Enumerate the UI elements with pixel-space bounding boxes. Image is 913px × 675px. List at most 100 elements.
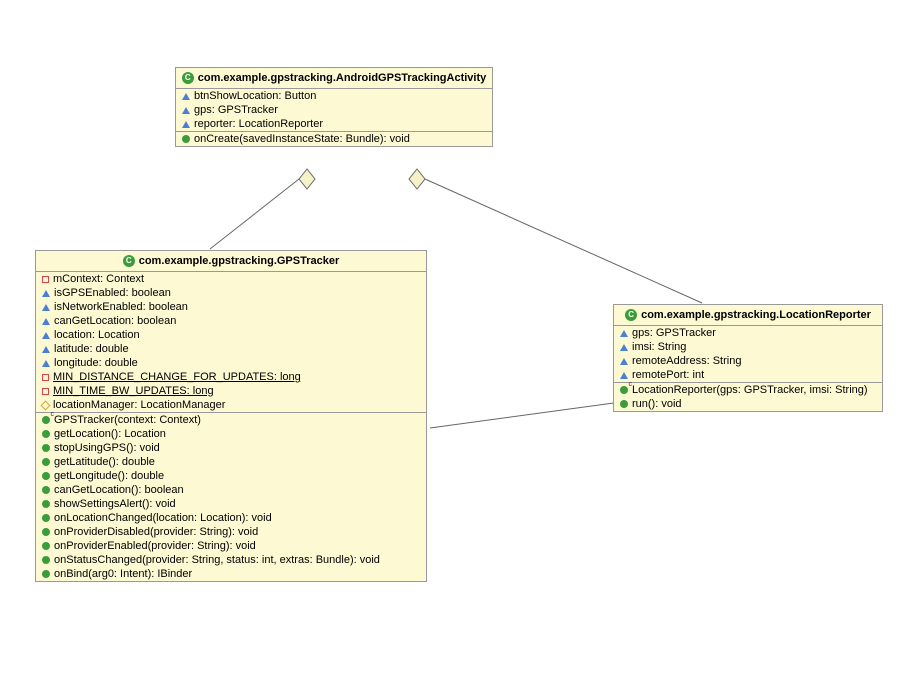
method-text: onStatusChanged(provider: String, status… [54, 554, 380, 566]
class-name: com.example.gpstracking.AndroidGPSTracki… [198, 72, 487, 84]
package-field-icon [182, 107, 190, 114]
class-name: com.example.gpstracking.GPSTracker [139, 255, 340, 267]
package-field-icon [182, 121, 190, 128]
private-field-icon [42, 388, 49, 395]
field-text: btnShowLocation: Button [194, 90, 316, 102]
package-field-icon [620, 344, 628, 351]
class-header: C com.example.gpstracking.AndroidGPSTrac… [176, 68, 492, 89]
method: onStatusChanged(provider: String, status… [36, 553, 426, 567]
method: run(): void [614, 397, 882, 411]
methods-section: GPSTracker(context: Context) getLocation… [36, 413, 426, 581]
package-field-icon [620, 358, 628, 365]
field: reporter: LocationReporter [176, 117, 492, 131]
method: canGetLocation(): boolean [36, 483, 426, 497]
method-text: onProviderDisabled(provider: String): vo… [54, 526, 258, 538]
field-text: gps: GPSTracker [632, 327, 716, 339]
method: getLocation(): Location [36, 427, 426, 441]
public-method-icon [42, 472, 50, 480]
field-text: reporter: LocationReporter [194, 118, 323, 130]
fields-section: gps: GPSTracker imsi: String remoteAddre… [614, 326, 882, 383]
public-method-icon [42, 570, 50, 578]
method-text: onCreate(savedInstanceState: Bundle): vo… [194, 133, 410, 145]
field: isNetworkEnabled: boolean [36, 300, 426, 314]
method-text: getLocation(): Location [54, 428, 166, 440]
field: location: Location [36, 328, 426, 342]
field-text: canGetLocation: boolean [54, 315, 176, 327]
package-field-icon [42, 346, 50, 353]
field: mContext: Context [36, 272, 426, 286]
field-text: imsi: String [632, 341, 686, 353]
package-field-icon [620, 330, 628, 337]
field-text: isGPSEnabled: boolean [54, 287, 171, 299]
package-field-icon [42, 360, 50, 367]
class-header: C com.example.gpstracking.LocationReport… [614, 305, 882, 326]
field: MIN_DISTANCE_CHANGE_FOR_UPDATES: long [36, 370, 426, 384]
package-field-icon [620, 372, 628, 379]
methods-section: onCreate(savedInstanceState: Bundle): vo… [176, 132, 492, 146]
public-method-icon [42, 514, 50, 522]
method-text: GPSTracker(context: Context) [54, 414, 201, 426]
field: remotePort: int [614, 368, 882, 382]
connector-line [210, 179, 299, 249]
field-text: locationManager: LocationManager [53, 399, 225, 411]
class-icon: C [625, 309, 637, 321]
protected-field-icon [41, 400, 51, 410]
method-text: onLocationChanged(location: Location): v… [54, 512, 272, 524]
method-text: stopUsingGPS(): void [54, 442, 160, 454]
field: gps: GPSTracker [614, 326, 882, 340]
method: onCreate(savedInstanceState: Bundle): vo… [176, 132, 492, 146]
method-text: onProviderEnabled(provider: String): voi… [54, 540, 256, 552]
method: onLocationChanged(location: Location): v… [36, 511, 426, 525]
constructor-icon [42, 416, 50, 424]
public-method-icon [42, 444, 50, 452]
public-method-icon [42, 430, 50, 438]
private-field-icon [42, 276, 49, 283]
public-method-icon [182, 135, 190, 143]
field-text: longitude: double [54, 357, 138, 369]
public-method-icon [42, 556, 50, 564]
fields-section: mContext: Context isGPSEnabled: boolean … [36, 272, 426, 413]
class-locationreporter: C com.example.gpstracking.LocationReport… [613, 304, 883, 412]
package-field-icon [182, 93, 190, 100]
class-icon: C [123, 255, 135, 267]
method: stopUsingGPS(): void [36, 441, 426, 455]
field-text: remotePort: int [632, 369, 704, 381]
method: getLatitude(): double [36, 455, 426, 469]
field: MIN_TIME_BW_UPDATES: long [36, 384, 426, 398]
public-method-icon [42, 528, 50, 536]
class-icon: C [182, 72, 194, 84]
methods-section: LocationReporter(gps: GPSTracker, imsi: … [614, 383, 882, 411]
public-method-icon [42, 486, 50, 494]
method-text: canGetLocation(): boolean [54, 484, 184, 496]
method-text: LocationReporter(gps: GPSTracker, imsi: … [632, 384, 868, 396]
field-text: mContext: Context [53, 273, 144, 285]
field-text: gps: GPSTracker [194, 104, 278, 116]
public-method-icon [42, 542, 50, 550]
field-text: location: Location [54, 329, 140, 341]
field-text: MIN_TIME_BW_UPDATES: long [53, 385, 214, 397]
connector-line [430, 402, 621, 428]
method: showSettingsAlert(): void [36, 497, 426, 511]
class-gpstracker: C com.example.gpstracking.GPSTracker mCo… [35, 250, 427, 582]
constructor: LocationReporter(gps: GPSTracker, imsi: … [614, 383, 882, 397]
fields-section: btnShowLocation: Button gps: GPSTracker … [176, 89, 492, 132]
method: onBind(arg0: Intent): IBinder [36, 567, 426, 581]
field: longitude: double [36, 356, 426, 370]
private-field-icon [42, 374, 49, 381]
method: onProviderEnabled(provider: String): voi… [36, 539, 426, 553]
method-text: run(): void [632, 398, 682, 410]
class-header: C com.example.gpstracking.GPSTracker [36, 251, 426, 272]
method-text: getLongitude(): double [54, 470, 164, 482]
field: locationManager: LocationManager [36, 398, 426, 412]
public-method-icon [42, 458, 50, 466]
constructor-icon [620, 386, 628, 394]
field: latitude: double [36, 342, 426, 356]
field-text: remoteAddress: String [632, 355, 741, 367]
field: canGetLocation: boolean [36, 314, 426, 328]
constructor: GPSTracker(context: Context) [36, 413, 426, 427]
field: isGPSEnabled: boolean [36, 286, 426, 300]
method-text: showSettingsAlert(): void [54, 498, 176, 510]
method-text: getLatitude(): double [54, 456, 155, 468]
field-text: MIN_DISTANCE_CHANGE_FOR_UPDATES: long [53, 371, 301, 383]
field: remoteAddress: String [614, 354, 882, 368]
